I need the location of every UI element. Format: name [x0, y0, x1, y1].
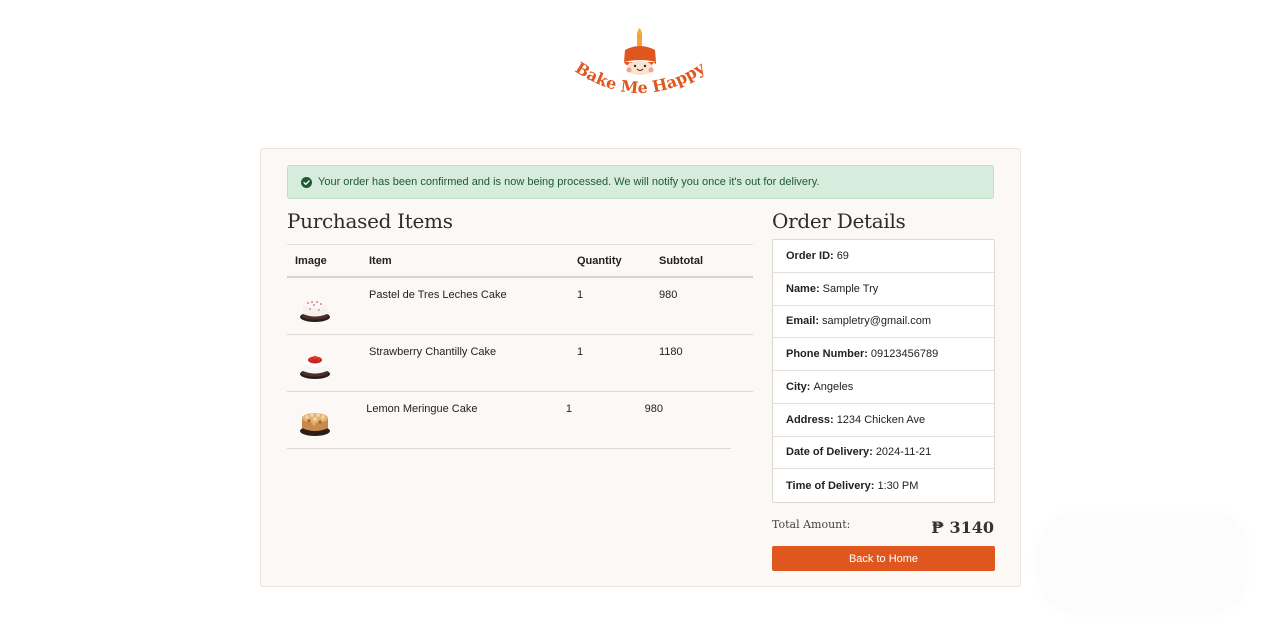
detail-label: City: — [786, 380, 811, 393]
detail-value: Angeles — [813, 380, 854, 393]
cake-strawberry-icon — [300, 355, 330, 379]
item-name: Lemon Meringue Cake — [366, 403, 478, 415]
column-header-image: Image — [295, 254, 327, 267]
bake-me-happy-logo-icon: Bake Me Happy — [572, 28, 709, 97]
cake-white-icon — [300, 300, 330, 322]
check-circle-icon — [301, 176, 312, 188]
detail-value: 69 — [836, 249, 849, 262]
back-to-home-button[interactable]: Back to Home — [772, 546, 995, 571]
detail-label: Order ID: — [786, 249, 834, 262]
detail-value: sampletry@gmail.com — [822, 315, 931, 328]
item-subtotal: 980 — [644, 403, 663, 415]
detail-label: Date of Delivery: — [786, 446, 873, 459]
detail-label: Email: — [786, 315, 820, 328]
floating-overlay-placeholder — [1038, 512, 1248, 614]
detail-value: 1234 Chicken Ave — [836, 413, 926, 426]
table-row: Pastel de Tres Leches Cake 1 980 — [287, 278, 753, 335]
item-subtotal: 980 — [659, 289, 678, 301]
detail-value: 2024-11-21 — [875, 446, 932, 459]
brand-logo[interactable]: Bake Me Happy — [570, 28, 710, 104]
detail-label: Time of Delivery: — [786, 479, 875, 492]
table-row: Lemon Meringue Cake 1 980 — [287, 392, 731, 449]
detail-label: Name: — [786, 282, 820, 295]
detail-city: City: Angeles — [773, 371, 994, 404]
detail-phone: Phone Number: 09123456789 — [773, 338, 994, 371]
detail-delivery-date: Date of Delivery: 2024-11-21 — [773, 437, 994, 470]
detail-label: Phone Number: — [786, 348, 868, 361]
order-details-heading: Order Details — [772, 209, 906, 233]
table-row: Strawberry Chantilly Cake 1 1180 — [287, 335, 753, 392]
total-amount-label: Total Amount: — [772, 518, 851, 531]
detail-order-id: Order ID: 69 — [773, 240, 994, 273]
item-name: Strawberry Chantilly Cake — [369, 346, 497, 358]
purchased-items-table: Image Item Quantity Subtotal Pastel de T… — [287, 244, 753, 449]
order-confirmed-alert: Your order has been confirmed and is now… — [287, 165, 994, 199]
item-quantity: 1 — [577, 289, 584, 301]
cake-lemon-icon — [300, 413, 330, 436]
detail-delivery-time: Time of Delivery: 1:30 PM — [773, 469, 994, 502]
column-header-subtotal: Subtotal — [659, 254, 703, 267]
order-confirmation-card: Your order has been confirmed and is now… — [260, 148, 1021, 587]
detail-value: 09123456789 — [870, 348, 939, 361]
item-image — [287, 392, 366, 438]
detail-value: 1:30 PM — [877, 479, 919, 492]
purchased-items-heading: Purchased Items — [287, 209, 453, 233]
detail-address: Address: 1234 Chicken Ave — [773, 404, 994, 437]
table-header: Image Item Quantity Subtotal — [287, 244, 753, 278]
detail-name: Name: Sample Try — [773, 273, 994, 306]
column-header-item: Item — [369, 254, 392, 267]
detail-value: Sample Try — [822, 282, 879, 295]
item-name: Pastel de Tres Leches Cake — [369, 289, 507, 301]
detail-label: Address: — [786, 413, 834, 426]
item-quantity: 1 — [577, 346, 584, 358]
alert-message: Your order has been confirmed and is now… — [318, 176, 820, 188]
item-quantity: 1 — [565, 403, 573, 415]
order-details-list: Order ID: 69 Name: Sample Try Email: sam… — [772, 239, 995, 503]
column-header-quantity: Quantity — [577, 254, 622, 267]
total-amount-value: ₱ 3140 — [931, 518, 994, 537]
item-image — [287, 335, 369, 381]
item-image — [287, 278, 369, 324]
item-subtotal: 1180 — [659, 346, 683, 358]
detail-email: Email: sampletry@gmail.com — [773, 306, 994, 339]
